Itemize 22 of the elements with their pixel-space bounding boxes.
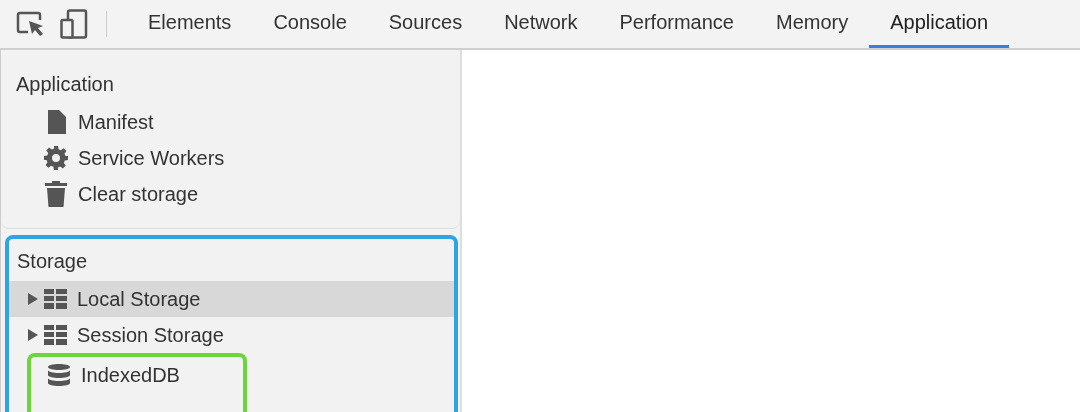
panel-tab[interactable]: Performance xyxy=(598,0,755,48)
tree-item[interactable]: Local Storage xyxy=(9,281,454,317)
tree-item[interactable]: Clear storage xyxy=(1,176,460,212)
tree-item[interactable]: IndexedDB xyxy=(31,357,243,393)
panel-tab[interactable]: Memory xyxy=(755,0,870,48)
tree-item[interactable]: Session Storage xyxy=(9,317,454,353)
file-icon xyxy=(46,110,66,134)
table-icon xyxy=(43,289,67,309)
panel-tab[interactable]: Elements xyxy=(127,0,253,48)
section-title: Storage xyxy=(16,249,89,274)
expand-arrow-icon[interactable] xyxy=(27,292,39,306)
tree-item[interactable]: Manifest xyxy=(1,104,460,140)
section-title: Application xyxy=(15,72,115,97)
settings-icon xyxy=(44,146,68,170)
panel-tab[interactable]: Sources xyxy=(367,0,484,48)
table-icon xyxy=(43,325,67,345)
trash-icon xyxy=(45,181,67,207)
panel-tab[interactable]: Console xyxy=(252,0,368,48)
panel-tab[interactable]: Network xyxy=(483,0,599,48)
database-icon xyxy=(48,362,70,388)
tree-item[interactable]: Service Workers xyxy=(1,140,460,176)
expand-arrow-icon[interactable] xyxy=(27,328,39,342)
